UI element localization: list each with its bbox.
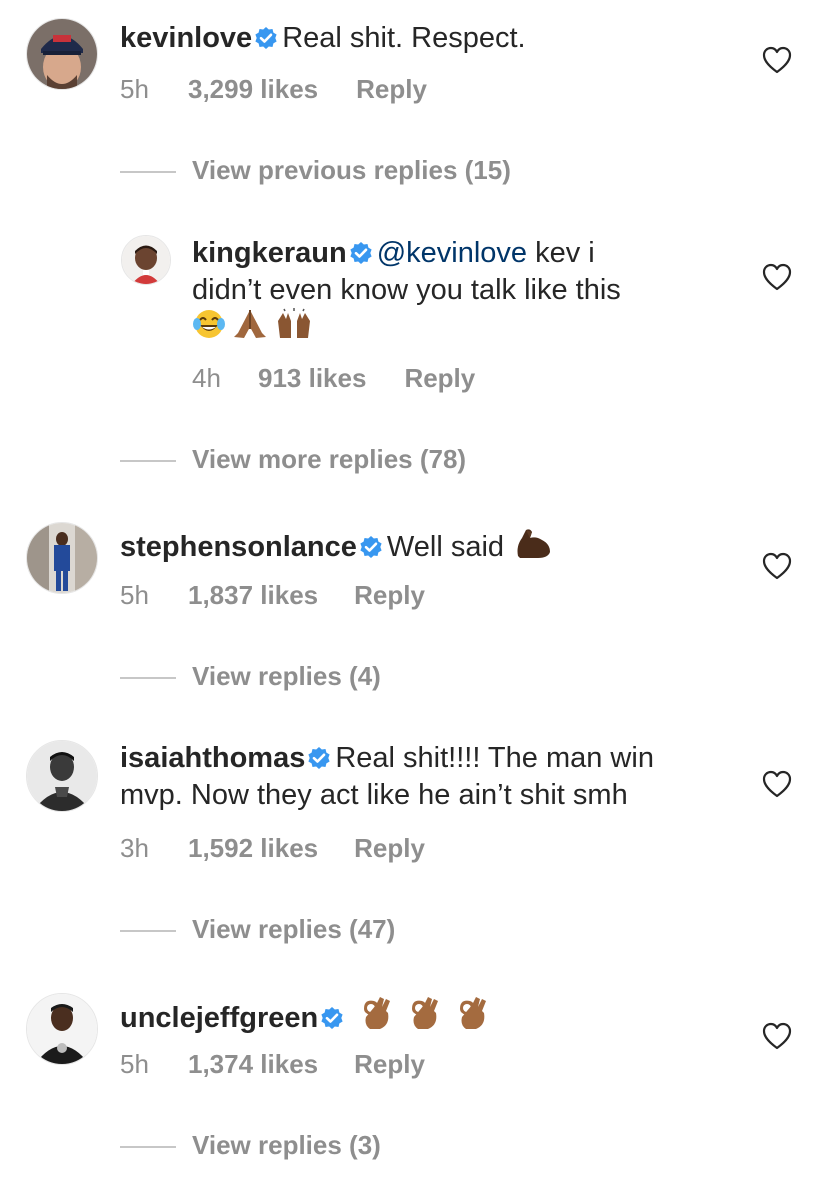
comment-body: Real shit. Respect. xyxy=(282,22,526,54)
view-replies-label: View more replies (78) xyxy=(192,444,467,474)
reply-button[interactable]: Reply xyxy=(354,1049,425,1080)
divider xyxy=(120,171,176,174)
timestamp: 5h xyxy=(120,1049,149,1079)
timestamp: 3h xyxy=(120,833,149,863)
reply-button[interactable]: Reply xyxy=(404,363,475,394)
likes-count[interactable]: 3,299 likes xyxy=(188,74,318,105)
username[interactable]: kevinlove xyxy=(120,22,252,54)
ok-hand-icon xyxy=(452,995,490,1039)
divider xyxy=(120,677,176,680)
timestamp: 5h xyxy=(120,74,149,104)
verified-badge-icon xyxy=(320,1004,344,1038)
reply-button[interactable]: Reply xyxy=(354,580,425,611)
comment-text: unclejeffgreen xyxy=(120,995,490,1039)
comment-text: kingkeraun @kevinlove kev i didn’t even kn… xyxy=(192,236,752,349)
timestamp: 4h xyxy=(192,363,221,393)
heart-icon[interactable] xyxy=(762,46,792,74)
likes-count[interactable]: 913 likes xyxy=(258,363,366,394)
view-replies-button[interactable]: View replies (47) xyxy=(120,914,395,945)
comment-body: Real shit!!!! The man win xyxy=(335,742,654,774)
comment-body: Well said xyxy=(386,531,505,563)
folded-hands-icon xyxy=(230,307,270,349)
reply-button[interactable]: Reply xyxy=(354,833,425,864)
heart-icon[interactable] xyxy=(762,263,792,291)
comment-meta: 5h 1,837 likes Reply xyxy=(120,580,425,611)
avatar[interactable] xyxy=(26,522,98,594)
username[interactable]: stephensonlance xyxy=(120,531,357,563)
comment-text: stephensonlance Well said xyxy=(120,526,554,568)
comment-meta: 3h 1,592 likes Reply xyxy=(120,833,425,864)
comment-meta: 5h 1,374 likes Reply xyxy=(120,1049,425,1080)
username[interactable]: isaiahthomas xyxy=(120,742,305,774)
view-replies-button[interactable]: View more replies (78) xyxy=(120,444,466,475)
view-replies-label: View replies (47) xyxy=(192,914,396,944)
ok-hand-icon xyxy=(404,995,442,1039)
avatar[interactable] xyxy=(26,18,98,90)
divider xyxy=(120,1146,176,1149)
heart-icon[interactable] xyxy=(762,770,792,798)
likes-count[interactable]: 1,374 likes xyxy=(188,1049,318,1080)
avatar[interactable] xyxy=(26,993,98,1065)
likes-count[interactable]: 1,592 likes xyxy=(188,833,318,864)
divider xyxy=(120,930,176,933)
ok-hand-icon xyxy=(356,995,394,1039)
likes-count[interactable]: 1,837 likes xyxy=(188,580,318,611)
comment-body: mvp. Now they act like he ain’t shit smh xyxy=(120,779,628,811)
comment-meta: 4h 913 likes Reply xyxy=(192,363,475,394)
verified-badge-icon xyxy=(254,24,278,58)
verified-badge-icon xyxy=(359,533,383,567)
face-with-tears-of-joy-icon xyxy=(192,307,226,349)
flexed-biceps-icon xyxy=(512,526,554,568)
comment-text: kevinlove Real shit. Respect. xyxy=(120,21,526,58)
view-replies-label: View replies (3) xyxy=(192,1130,381,1160)
view-replies-label: View replies (4) xyxy=(192,661,381,691)
view-replies-label: View previous replies (15) xyxy=(192,155,511,185)
comment-body: didn’t even know you talk like this xyxy=(192,274,621,306)
timestamp: 5h xyxy=(120,580,149,610)
comment-body: kev i xyxy=(527,237,595,269)
heart-icon[interactable] xyxy=(762,552,792,580)
comments-list: kevinlove Real shit. Respect. 5h 3,299 lik… xyxy=(0,0,836,1200)
mention-link[interactable]: @kevinlove xyxy=(377,237,527,269)
heart-icon[interactable] xyxy=(762,1022,792,1050)
view-replies-button[interactable]: View previous replies (15) xyxy=(120,155,511,186)
avatar[interactable] xyxy=(121,235,171,285)
verified-badge-icon xyxy=(349,239,373,273)
comment-meta: 5h 3,299 likes Reply xyxy=(120,74,427,105)
view-replies-button[interactable]: View replies (4) xyxy=(120,661,381,692)
divider xyxy=(120,460,176,463)
username[interactable]: unclejeffgreen xyxy=(120,1002,318,1034)
comment-text: isaiahthomas Real shit!!!! The man win mvp… xyxy=(120,741,740,812)
verified-badge-icon xyxy=(307,744,331,778)
reply-button[interactable]: Reply xyxy=(356,74,427,105)
raising-hands-icon xyxy=(274,307,314,349)
username[interactable]: kingkeraun xyxy=(192,237,347,269)
avatar[interactable] xyxy=(26,740,98,812)
view-replies-button[interactable]: View replies (3) xyxy=(120,1130,381,1161)
